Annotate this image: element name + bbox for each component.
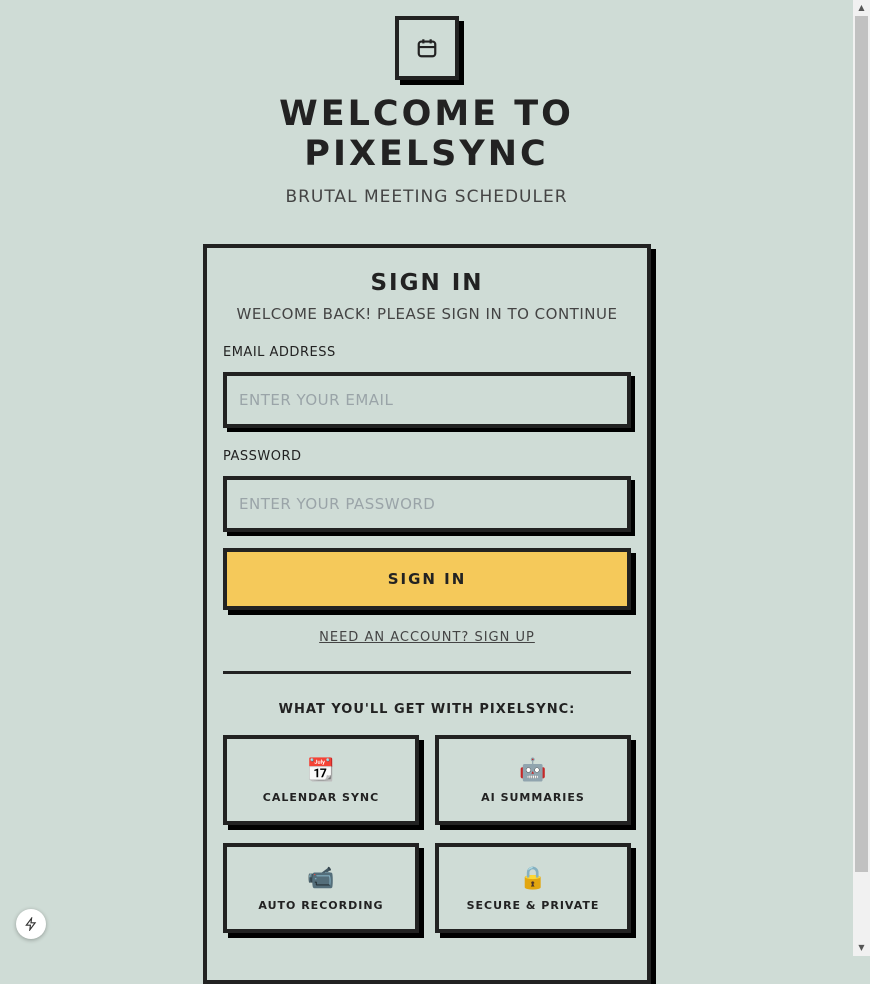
password-label: PASSWORD (223, 449, 302, 464)
lock-icon: 🔒 (519, 865, 547, 891)
vertical-scrollbar[interactable]: ▲ ▼ (853, 0, 870, 956)
robot-icon: 🤖 (519, 757, 547, 783)
dev-tools-button[interactable] (16, 909, 46, 939)
feature-ai-summaries: 🤖 AI SUMMARIES (435, 735, 631, 825)
logo (395, 16, 459, 80)
features-grid: 📆 CALENDAR SYNC 🤖 AI SUMMARIES 📹 AUTO RECOR… (223, 735, 631, 933)
page-subtitle: BRUTAL MEETING SCHEDULER (285, 187, 568, 207)
email-input[interactable] (223, 372, 631, 428)
features-heading: WHAT YOU'LL GET WITH PIXELSYNC: (278, 702, 576, 717)
feature-label: SECURE & PRIVATE (466, 898, 600, 912)
email-label: EMAIL ADDRESS (223, 345, 336, 360)
feature-label: AUTO RECORDING (258, 898, 384, 912)
divider (223, 671, 631, 674)
sign-in-subheading: WELCOME BACK! PLEASE SIGN IN TO CONTINUE (236, 305, 618, 323)
page: WELCOME TO PIXELSYNC BRUTAL MEETING SCHED… (0, 0, 853, 984)
feature-auto-recording: 📹 AUTO RECORDING (223, 843, 419, 933)
password-input[interactable] (223, 476, 631, 532)
feature-secure-private: 🔒 SECURE & PRIVATE (435, 843, 631, 933)
calendar-icon (417, 39, 437, 58)
page-title: WELCOME TO PIXELSYNC (279, 94, 574, 174)
scroll-down-arrow-icon[interactable]: ▼ (853, 940, 870, 956)
calendar-emoji-icon: 📆 (307, 757, 335, 783)
scrollbar-thumb[interactable] (855, 16, 868, 872)
sign-up-link[interactable]: NEED AN ACCOUNT? SIGN UP (223, 630, 631, 645)
feature-calendar-sync: 📆 CALENDAR SYNC (223, 735, 419, 825)
video-camera-icon: 📹 (307, 865, 335, 891)
sign-in-heading: SIGN IN (370, 270, 484, 296)
feature-label: CALENDAR SYNC (262, 790, 380, 804)
lightning-icon (25, 917, 37, 931)
feature-label: AI SUMMARIES (481, 790, 585, 804)
sign-in-card: SIGN IN WELCOME BACK! PLEASE SIGN IN TO … (203, 244, 651, 984)
scroll-up-arrow-icon[interactable]: ▲ (853, 0, 870, 16)
sign-in-button[interactable]: SIGN IN (223, 548, 631, 610)
